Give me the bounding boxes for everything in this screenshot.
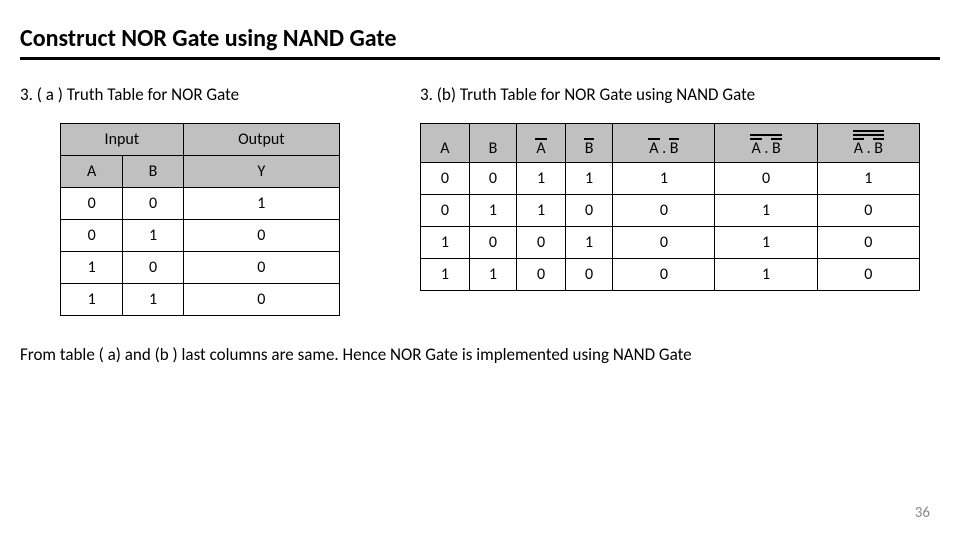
header-col-6: A . B [817,124,919,163]
header-b: B [123,156,183,188]
header-a: A [61,156,123,188]
table-row: 0 1 1 0 0 1 0 [421,195,920,227]
page-title: Construct NOR Gate using NAND Gate [20,24,940,60]
table-row: 1 1 0 [61,284,340,316]
header-col-1: B [469,124,516,163]
header-output-group: Output [183,124,339,156]
page-number: 36 [915,504,930,522]
table-row: 0 1 0 [61,220,340,252]
right-caption: 3. (b) Truth Table for NOR Gate using NA… [420,84,940,105]
table-row: 0 0 1 [61,188,340,220]
table-row: 1 0 0 [61,252,340,284]
left-caption: 3. ( a ) Truth Table for NOR Gate [20,84,380,105]
header-col-5: A . B [715,124,817,163]
conclusion-text: From table ( a) and (b ) last columns ar… [20,344,940,365]
nor-truth-table: Input Output A B Y 0 0 1 0 1 0 [60,123,340,316]
table-row: 1 0 0 1 0 1 0 [421,227,920,259]
table-row: 1 1 0 0 0 1 0 [421,259,920,291]
header-col-3: B [565,124,612,163]
table-row: 0 0 1 1 1 0 1 [421,163,920,195]
header-col-2: A [517,124,566,163]
header-col-0: A [421,124,470,163]
header-input-group: Input [61,124,184,156]
nand-construction-table: ABABA . BA . BA . B 0 0 1 1 1 0 1 0 1 1 … [420,123,920,291]
header-y: Y [183,156,339,188]
header-col-4: A . B [613,124,715,163]
